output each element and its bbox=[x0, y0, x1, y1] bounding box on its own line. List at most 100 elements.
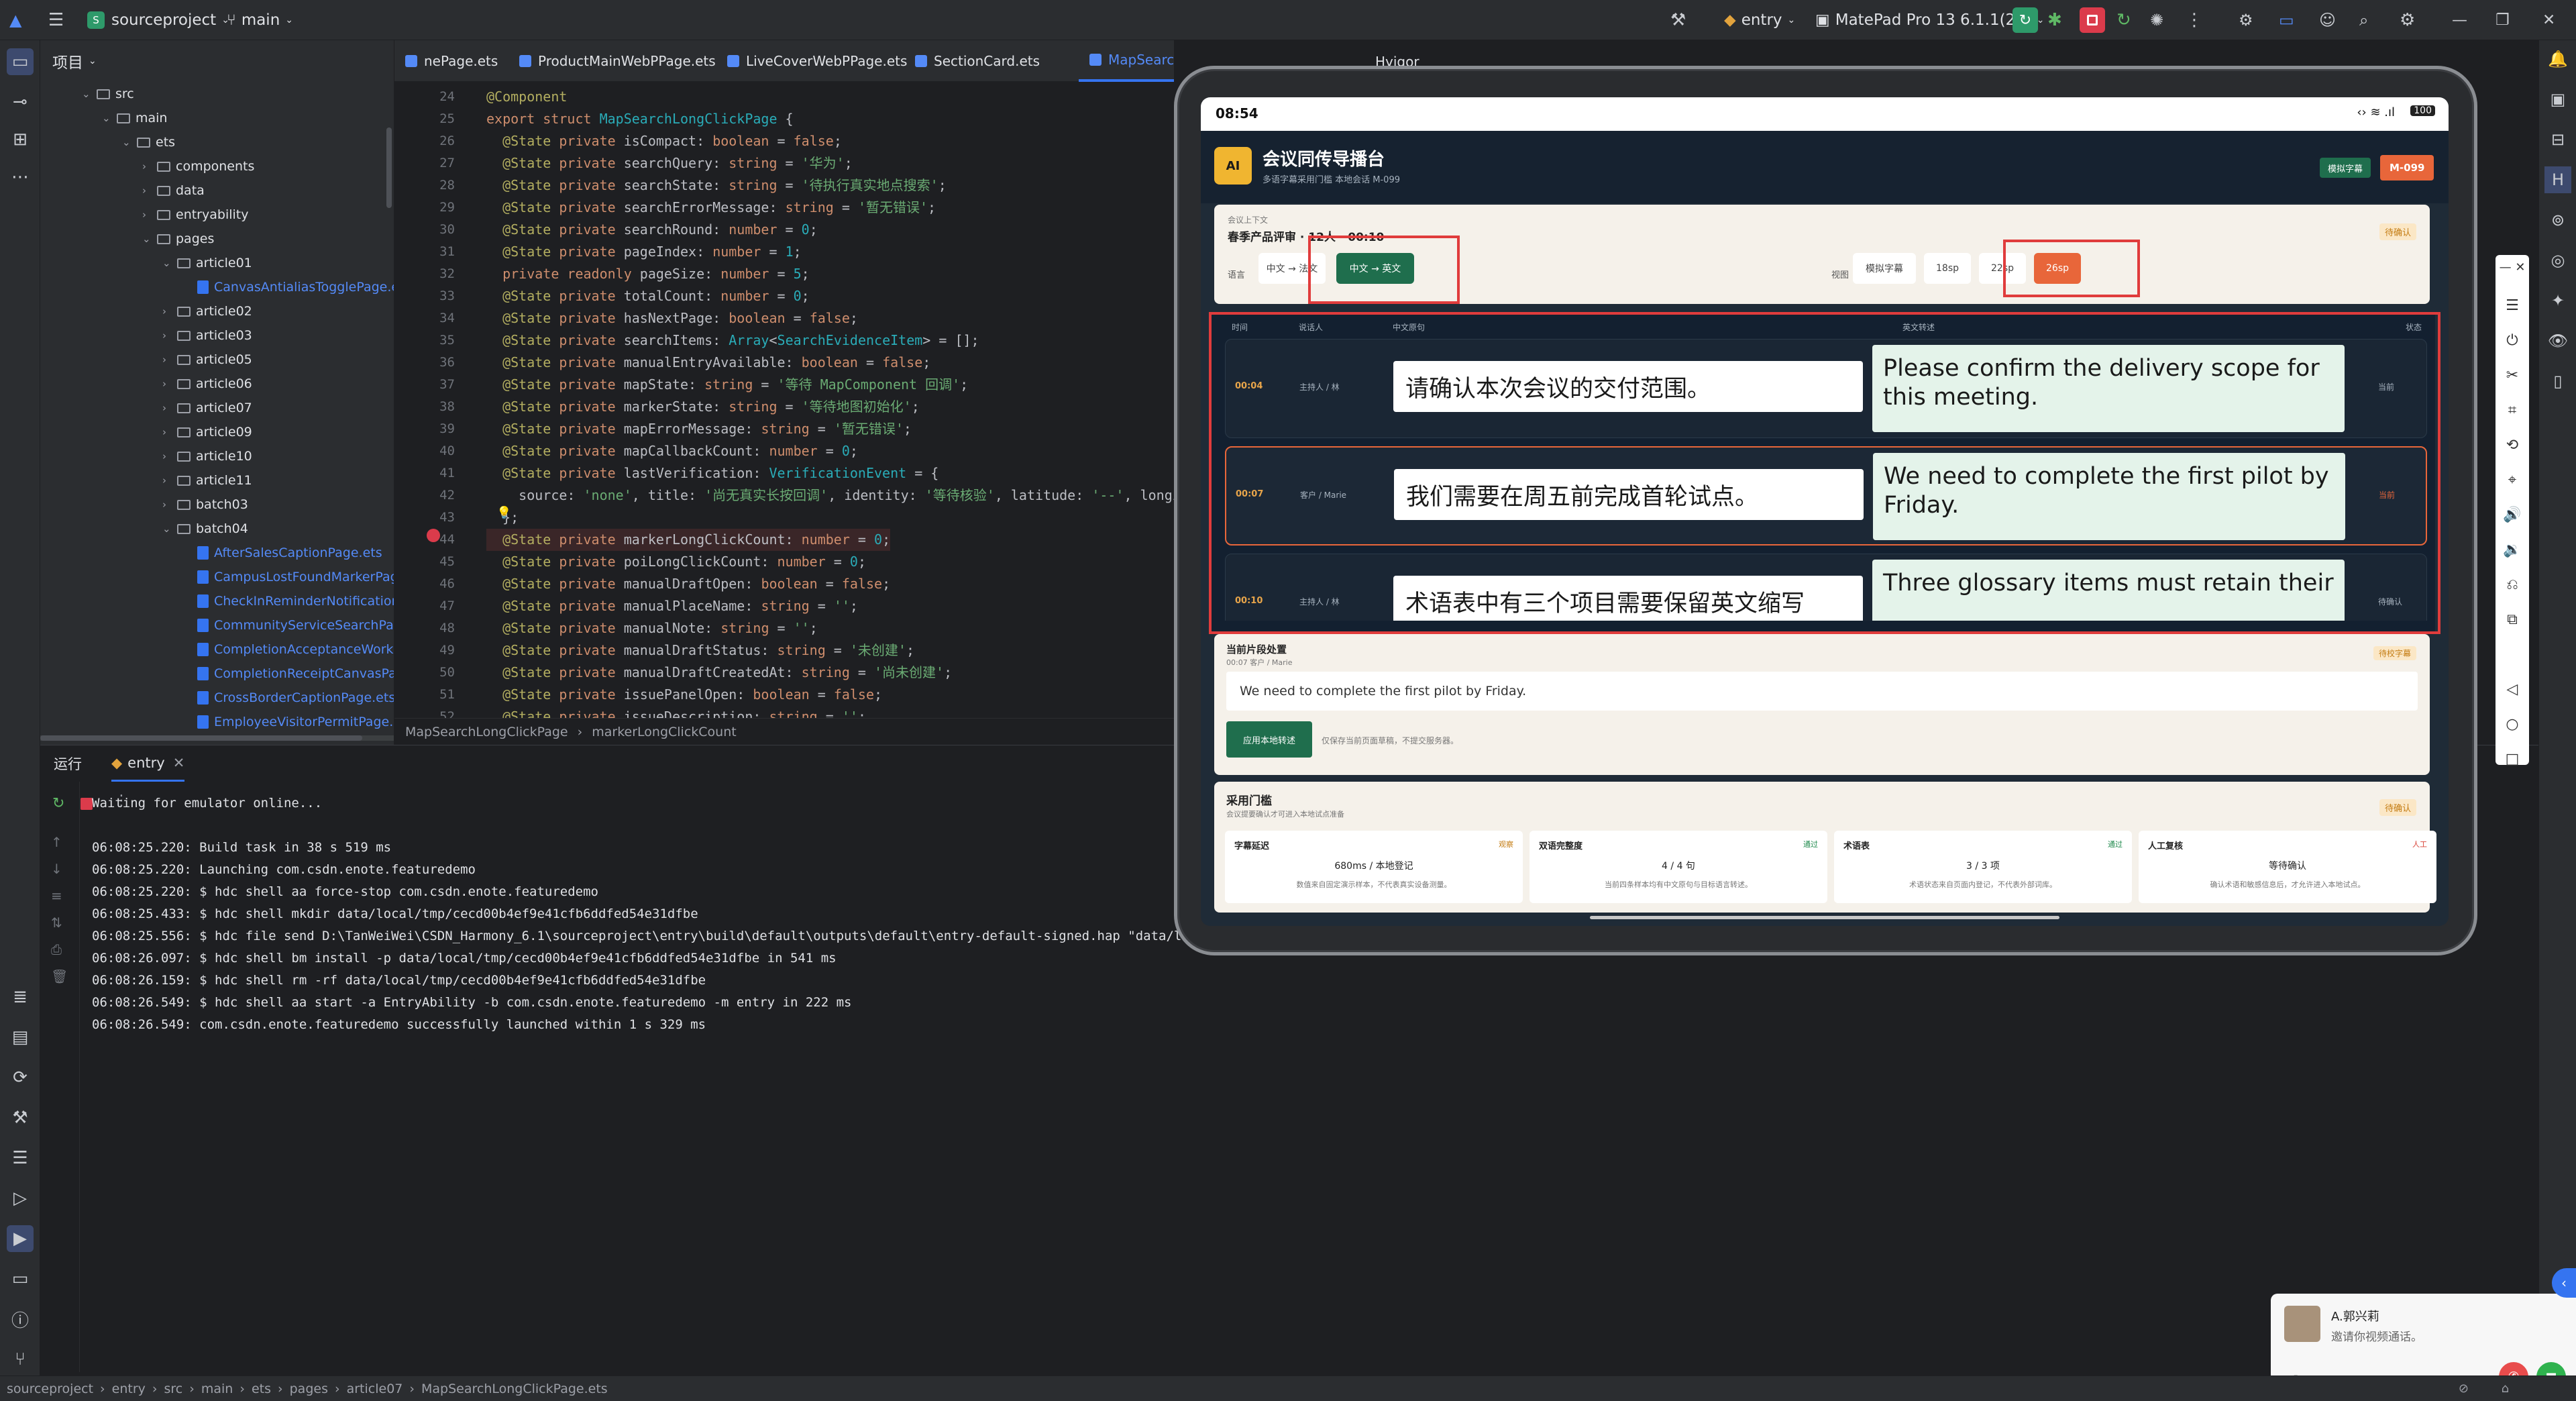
code-line[interactable]: @State private searchErrorMessage: strin… bbox=[486, 197, 936, 219]
log-tool-icon[interactable]: ▤ bbox=[7, 1024, 34, 1051]
code-line[interactable]: @State private manualPlaceName: string =… bbox=[486, 595, 858, 617]
wrap-icon[interactable]: ≡ bbox=[51, 882, 68, 909]
code-line[interactable]: @State private searchRound: number = 0; bbox=[486, 219, 818, 241]
back-icon[interactable]: ◁ bbox=[2496, 672, 2529, 707]
crop-icon[interactable]: ⌗ bbox=[2496, 393, 2529, 428]
tree-file[interactable]: CrossBorderCaptionPage.ets bbox=[182, 686, 394, 710]
tree-file[interactable]: CompletionAcceptanceWork bbox=[182, 637, 394, 662]
code-line[interactable]: @State private manualDraftCreatedAt: str… bbox=[486, 662, 952, 684]
tree-folder[interactable]: ⌄ main bbox=[102, 106, 167, 130]
chevron-right-icon[interactable]: › bbox=[162, 499, 177, 511]
font-size-18[interactable]: 18sp bbox=[1924, 253, 1971, 284]
tree-folder[interactable]: ⌄ article01 bbox=[162, 251, 252, 275]
branch-switcher[interactable]: ⑂ main ⌄ bbox=[227, 0, 293, 40]
hygor-icon[interactable]: ⊟ bbox=[2544, 126, 2571, 153]
eye-icon[interactable]: 👁 bbox=[2544, 327, 2571, 354]
tree-folder[interactable]: › article09 bbox=[162, 420, 252, 444]
close-icon[interactable]: — ✕ bbox=[2496, 260, 2529, 274]
chevron-right-icon[interactable]: › bbox=[162, 426, 177, 438]
tree-folder[interactable]: › article11 bbox=[162, 468, 252, 492]
chevron-down-icon[interactable]: ⌄ bbox=[142, 233, 157, 245]
account-icon[interactable]: ☺ bbox=[2319, 0, 2336, 40]
code-line[interactable]: @State private searchState: string = '待执… bbox=[486, 174, 947, 197]
tree-file[interactable]: AfterSalesCaptionPage.ets bbox=[182, 541, 382, 565]
chevron-right-icon[interactable]: › bbox=[162, 305, 177, 317]
tree-file[interactable]: CompletionReceiptCanvasPa bbox=[182, 662, 394, 686]
profiler-icon[interactable]: ✺ bbox=[2150, 0, 2163, 40]
code-line[interactable]: @State private manualEntryAvailable: boo… bbox=[486, 352, 930, 374]
code-line[interactable]: source: 'none', title: '尚无真实长按回调', ident… bbox=[486, 484, 1174, 507]
encoding-icon[interactable]: ⊘ bbox=[2459, 1382, 2469, 1396]
chevron-right-icon[interactable]: › bbox=[142, 209, 157, 221]
code-line[interactable]: @State private lastVerification: Verific… bbox=[486, 462, 938, 484]
close-icon[interactable]: ✕ bbox=[2542, 0, 2555, 40]
screenshot-icon[interactable]: ✂ bbox=[2496, 358, 2529, 393]
view-option-sim[interactable]: 模拟字幕 bbox=[1853, 253, 1916, 284]
stop-run-icon[interactable] bbox=[80, 798, 93, 810]
code-line[interactable]: @State private manualNote: string = ''; bbox=[486, 617, 818, 639]
session-id-button[interactable]: M-099 bbox=[2380, 155, 2434, 180]
chevron-right-icon[interactable]: › bbox=[162, 378, 177, 390]
rotate-icon[interactable]: ⟲ bbox=[2496, 428, 2529, 463]
code-line[interactable]: export struct MapSearchLongClickPage { bbox=[486, 108, 794, 130]
stop-button[interactable] bbox=[2080, 0, 2105, 40]
run-config-select[interactable]: ◆ entry ⌄ bbox=[1724, 0, 1795, 40]
folder-sync-icon[interactable]: ▭ bbox=[2279, 0, 2294, 40]
run-button[interactable]: ↻ bbox=[2012, 0, 2038, 40]
code-line[interactable]: @Component bbox=[486, 86, 567, 108]
device-manager-icon[interactable]: ▣ bbox=[2544, 86, 2571, 113]
code-line[interactable]: @State private manualDraftStatus: string… bbox=[486, 639, 914, 662]
chevron-down-icon[interactable]: ⌄ bbox=[162, 257, 177, 269]
tree-folder[interactable]: › article06 bbox=[162, 372, 252, 396]
tree-folder[interactable]: › article02 bbox=[162, 299, 252, 323]
hygor-tool-icon[interactable]: ⟳ bbox=[7, 1064, 34, 1091]
location-icon[interactable]: ⌖ bbox=[2496, 463, 2529, 498]
services-tool-icon[interactable]: ▷ bbox=[7, 1185, 34, 1212]
previewer-icon[interactable]: ◎ bbox=[2544, 247, 2571, 274]
tree-folder[interactable]: › article03 bbox=[162, 323, 252, 348]
volume-down-icon[interactable]: 🔉 bbox=[2496, 533, 2529, 568]
code-line[interactable]: private readonly pageSize: number = 5; bbox=[486, 263, 810, 285]
editor-tab[interactable]: SectionCard.ets bbox=[904, 40, 1051, 82]
menu-icon[interactable]: ☰ bbox=[2496, 289, 2529, 323]
code-line[interactable]: @State private poiLongClickCount: number… bbox=[486, 551, 866, 573]
print-icon[interactable]: ⎙ bbox=[51, 936, 68, 963]
status-path-item[interactable]: entry bbox=[112, 1382, 146, 1396]
code-line[interactable]: @State private hasNextPage: boolean = fa… bbox=[486, 307, 858, 329]
tree-folder[interactable]: ⌄ src bbox=[82, 82, 134, 106]
segment-text-field[interactable]: We need to complete the first pilot by F… bbox=[1226, 672, 2418, 711]
code-line[interactable]: @State private searchItems: Array<Search… bbox=[486, 329, 979, 352]
chevron-down-icon[interactable]: ⌄ bbox=[122, 136, 137, 148]
debug-button[interactable]: ✱ bbox=[2047, 0, 2062, 40]
sort-icon[interactable]: ⇅ bbox=[51, 909, 68, 936]
tree-folder[interactable]: › article10 bbox=[162, 444, 252, 468]
apply-local-button[interactable]: 应用本地转述 bbox=[1226, 721, 1312, 758]
tree-file[interactable]: CampusLostFoundMarkerPag bbox=[182, 565, 394, 589]
crumb-struct[interactable]: MapSearchLongClickPage bbox=[405, 725, 568, 739]
bulb-icon[interactable]: 💡 bbox=[496, 506, 511, 520]
status-path-item[interactable]: MapSearchLongClickPage.ets bbox=[421, 1382, 608, 1396]
up-arrow-icon[interactable]: ↑ bbox=[51, 829, 68, 855]
hammer-icon[interactable]: ⚒ bbox=[1670, 0, 1686, 40]
minimize-icon[interactable]: — bbox=[2452, 0, 2467, 40]
code-line[interactable]: @State private mapErrorMessage: string =… bbox=[486, 418, 912, 440]
volume-up-icon[interactable]: 🔊 bbox=[2496, 498, 2529, 533]
project-switcher[interactable]: S sourceproject ⌄ bbox=[87, 0, 229, 40]
commit-tool-icon[interactable]: ⊸ bbox=[7, 89, 34, 115]
status-path-item[interactable]: src bbox=[164, 1382, 183, 1396]
recents-icon[interactable]: □ bbox=[2496, 742, 2529, 777]
reload-icon[interactable]: ↻ bbox=[2116, 0, 2131, 40]
build-tool-icon[interactable]: ⚒ bbox=[7, 1104, 34, 1131]
copy-icon[interactable]: ⧉ bbox=[2496, 603, 2529, 637]
chevron-right-icon[interactable]: › bbox=[162, 354, 177, 366]
code-line[interactable]: @State private manualDraftOpen: boolean … bbox=[486, 573, 890, 595]
ai-assist-icon[interactable]: ⚙ bbox=[2239, 0, 2253, 40]
trash-icon[interactable]: 🗑 bbox=[51, 963, 68, 990]
status-path-item[interactable]: sourceproject bbox=[7, 1382, 93, 1396]
status-path-item[interactable]: pages bbox=[290, 1382, 328, 1396]
problems-tool-icon[interactable]: ⓘ bbox=[7, 1306, 34, 1333]
breakpoint-icon[interactable] bbox=[427, 529, 440, 542]
home-indicator[interactable] bbox=[1590, 916, 2059, 919]
settings-icon[interactable]: ⚙ bbox=[2400, 0, 2415, 40]
ai-icon[interactable]: ✦ bbox=[2544, 287, 2571, 314]
